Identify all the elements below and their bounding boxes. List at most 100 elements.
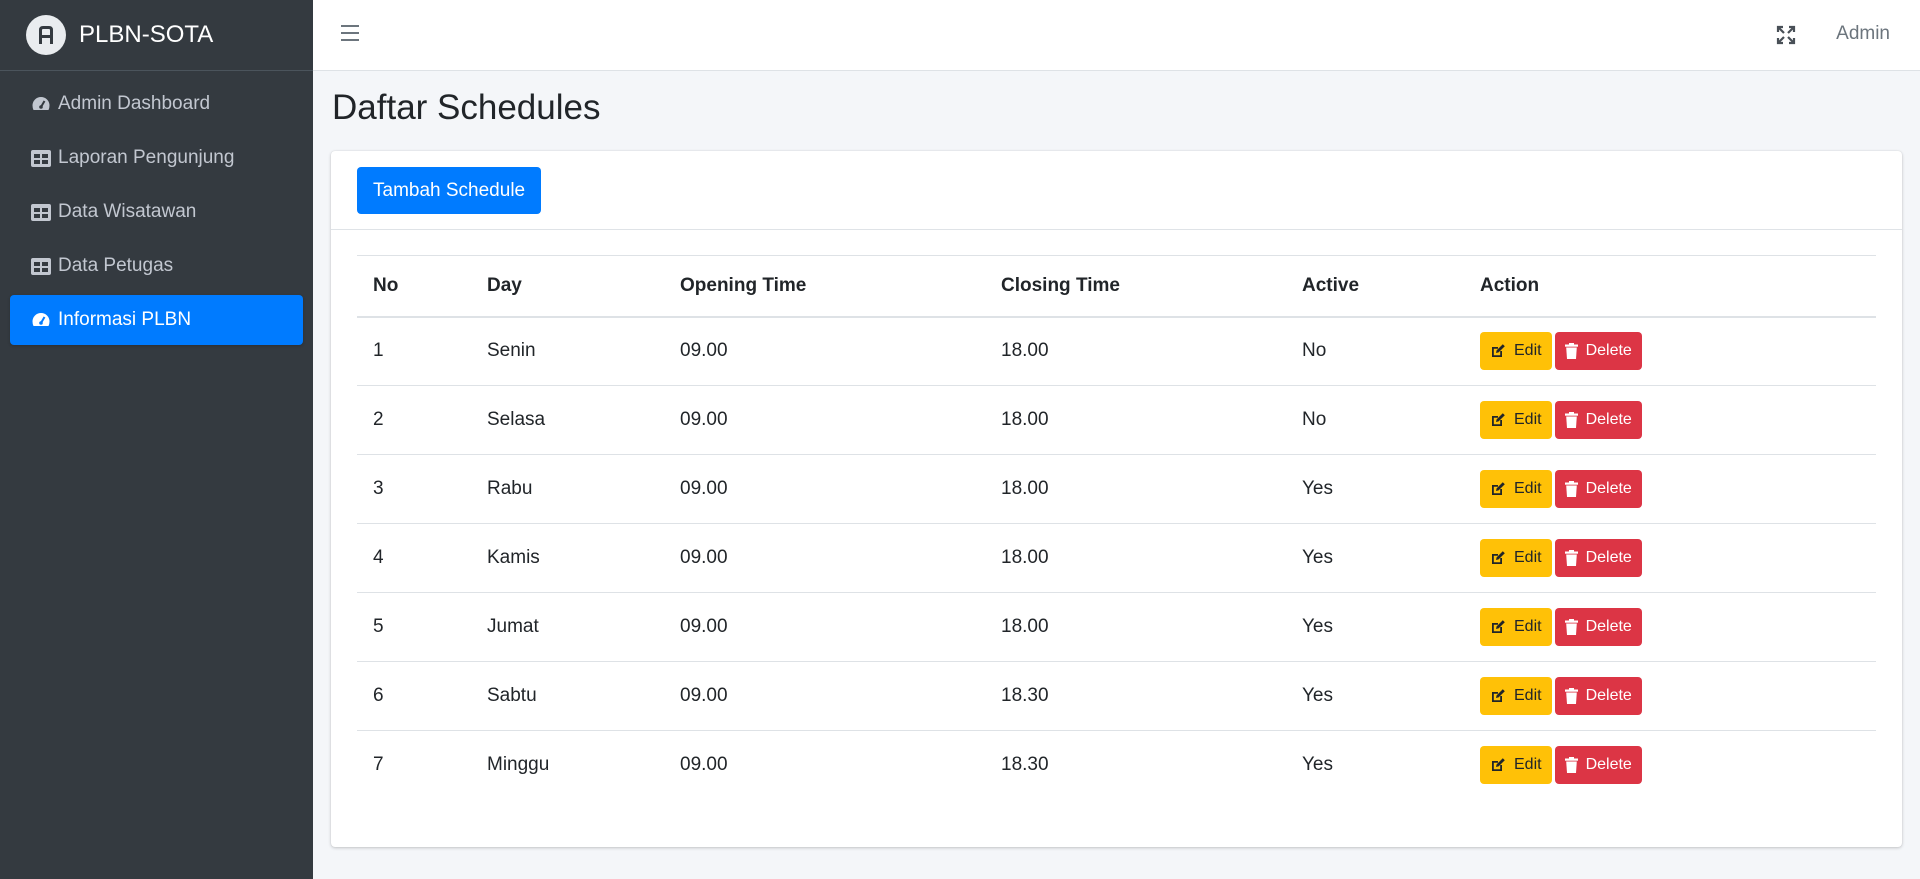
edit-button[interactable]: Edit	[1480, 608, 1552, 646]
cell-active: Yes	[1286, 523, 1464, 593]
brand[interactable]: PLBN-SOTA	[0, 0, 313, 71]
delete-label: Delete	[1585, 549, 1632, 566]
trash-icon	[1564, 550, 1582, 566]
edit-label: Edit	[1514, 549, 1542, 566]
delete-button[interactable]: Delete	[1554, 539, 1642, 577]
edit-icon	[1490, 550, 1510, 566]
sidebar-item-label: Admin Dashboard	[58, 93, 211, 114]
sidebar-nav: Admin Dashboard Laporan Pengunjung Data …	[0, 79, 313, 345]
cell-no: 2	[357, 385, 471, 455]
delete-button[interactable]: Delete	[1554, 677, 1642, 715]
cell-action: Edit Delete	[1464, 385, 1876, 455]
cell-active: No	[1286, 316, 1464, 386]
edit-icon	[1490, 412, 1510, 428]
edit-button[interactable]: Edit	[1480, 401, 1552, 439]
tachometer-icon	[30, 309, 52, 331]
edit-button[interactable]: Edit	[1480, 470, 1552, 508]
cell-no: 3	[357, 454, 471, 524]
delete-button[interactable]: Delete	[1554, 470, 1642, 508]
edit-button[interactable]: Edit	[1480, 677, 1552, 715]
edit-icon	[1490, 343, 1510, 359]
edit-label: Edit	[1514, 411, 1542, 428]
cell-closing-time: 18.00	[985, 316, 1286, 386]
cell-opening-time: 09.00	[664, 385, 985, 455]
column-header-closing-time: Closing Time	[985, 255, 1286, 318]
table-header-row: No Day Opening Time Closing Time Active …	[357, 255, 1876, 318]
delete-button[interactable]: Delete	[1554, 608, 1642, 646]
column-header-action: Action	[1464, 255, 1876, 318]
trash-icon	[1564, 688, 1582, 704]
cell-active: Yes	[1286, 454, 1464, 524]
table-row: 6 Sabtu 09.00 18.30 Yes Edit Delete	[357, 661, 1876, 731]
cell-opening-time: 09.00	[680, 754, 728, 776]
table-icon	[30, 255, 52, 277]
cell-closing-time: 18.00	[985, 385, 1286, 455]
trash-icon	[1564, 481, 1582, 497]
cell-opening-time: 09.00	[664, 661, 985, 731]
column-header-opening-time: Opening Time	[664, 255, 985, 318]
cell-no: 4	[357, 523, 471, 593]
page-title: Daftar Schedules	[332, 88, 601, 127]
sidebar: PLBN-SOTA Admin Dashboard Laporan Pengun…	[0, 0, 313, 879]
trash-icon	[1564, 757, 1582, 774]
trash-icon	[1564, 619, 1582, 635]
cell-action: Edit Delete	[1464, 661, 1876, 731]
delete-label: Delete	[1585, 342, 1632, 360]
cell-active: Yes	[1286, 661, 1464, 731]
table-row: 4 Kamis 09.00 18.00 Yes Edit Delete	[357, 523, 1876, 593]
delete-label: Delete	[1585, 480, 1632, 497]
table-row: 3 Rabu 09.00 18.00 Yes Edit Delete	[357, 454, 1876, 524]
trash-icon	[1564, 412, 1582, 428]
fullscreen-icon[interactable]	[1776, 25, 1796, 50]
edit-button[interactable]: Edit	[1480, 539, 1552, 577]
column-header-day: Day	[471, 255, 664, 318]
edit-label: Edit	[1514, 756, 1542, 774]
sidebar-item-label: Data Wisatawan	[58, 201, 197, 222]
schedules-table: No Day Opening Time Closing Time Active …	[357, 255, 1876, 800]
delete-label: Delete	[1585, 411, 1632, 428]
cell-action: Edit Delete	[1464, 523, 1876, 593]
sidebar-item-informasi-plbn[interactable]: Informasi PLBN	[10, 295, 303, 345]
cell-day: Rabu	[471, 454, 664, 524]
top-navbar: Admin	[313, 0, 1920, 71]
cell-active: No	[1286, 385, 1464, 455]
cell-day: Sabtu	[471, 661, 664, 731]
sidebar-item-laporan-pengunjung[interactable]: Laporan Pengunjung	[10, 133, 303, 183]
cell-opening-time: 09.00	[664, 523, 985, 593]
cell-closing-time: 18.00	[985, 523, 1286, 593]
edit-label: Edit	[1514, 687, 1542, 704]
trash-icon	[1564, 343, 1582, 360]
card-header: Tambah Schedule	[331, 151, 1902, 230]
cell-no: 6	[357, 661, 471, 731]
table-row: 7 Minggu 09.00 18.30 Yes Edit Delete	[357, 731, 1876, 800]
cell-action: Edit Delete	[1464, 731, 1876, 800]
cell-opening-time: 09.00	[664, 592, 985, 662]
sidebar-item-data-petugas[interactable]: Data Petugas	[10, 241, 303, 291]
table-icon	[30, 147, 52, 169]
edit-label: Edit	[1514, 480, 1542, 497]
edit-icon	[1490, 619, 1510, 635]
delete-button[interactable]: Delete	[1554, 332, 1642, 371]
menu-toggle-icon[interactable]	[341, 25, 359, 43]
add-schedule-button[interactable]: Tambah Schedule	[357, 167, 542, 214]
edit-icon	[1490, 757, 1510, 773]
cell-day: Senin	[471, 316, 664, 386]
edit-button[interactable]: Edit	[1480, 332, 1552, 371]
table-row: 5 Jumat 09.00 18.00 Yes Edit Delete	[357, 592, 1876, 662]
cell-day: Selasa	[471, 385, 664, 455]
cell-closing-time: 18.00	[985, 592, 1286, 662]
delete-button[interactable]: Delete	[1554, 401, 1642, 439]
tachometer-icon	[30, 93, 52, 115]
cell-closing-time: 18.00	[985, 454, 1286, 524]
sidebar-item-data-wisatawan[interactable]: Data Wisatawan	[10, 187, 303, 237]
cell-active: Yes	[1286, 592, 1464, 662]
table-icon	[30, 201, 52, 223]
edit-button[interactable]: Edit	[1480, 746, 1552, 785]
user-menu[interactable]: Admin	[1836, 23, 1890, 45]
delete-button[interactable]: Delete	[1554, 746, 1642, 785]
sidebar-item-admin-dashboard[interactable]: Admin Dashboard	[10, 79, 303, 129]
cell-no: 5	[357, 592, 471, 662]
cell-action: Edit Delete	[1464, 592, 1876, 662]
column-header-active: Active	[1286, 255, 1464, 318]
cell-no: 1	[357, 316, 471, 386]
